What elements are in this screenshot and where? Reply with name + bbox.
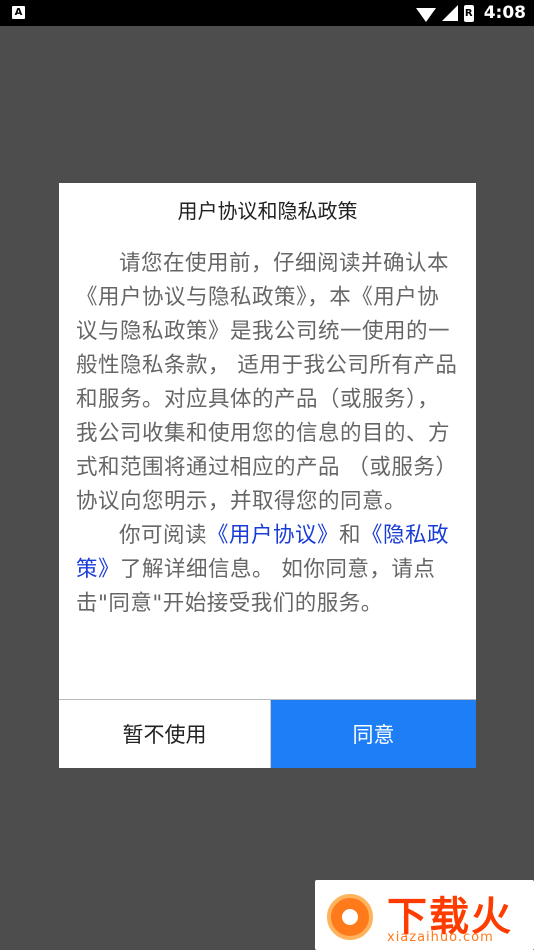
status-icons: R 4:08	[415, 2, 526, 24]
links-paragraph: 你可阅读《用户协议》和《隐私政策》了解详细信息。 如你同意，请点击"同意"开始接…	[76, 519, 459, 621]
status-time: 4:08	[483, 3, 526, 23]
battery-icon: R	[463, 4, 474, 22]
wifi-icon	[415, 8, 436, 22]
flame-logo-icon	[327, 894, 373, 940]
agreement-paragraph: 请您在使用前，仔细阅读并确认本《用户协议与隐私政策》，本《用户协议与隐私政策》是…	[76, 251, 458, 514]
p2-suffix: 了解详细信息。 如你同意，请点击"同意"开始接受我们的服务。	[76, 557, 436, 616]
signal-icon	[441, 5, 458, 21]
dialog-buttons: 暂不使用 同意	[59, 699, 476, 768]
dialog-title: 用户协议和隐私政策	[177, 199, 358, 223]
watermark-url: xiazaihuo.com	[387, 930, 494, 945]
status-bar: A R 4:08	[0, 0, 534, 26]
watermark-logo: 下载火 xiazaihuo.com	[315, 880, 534, 950]
agree-button[interactable]: 同意	[271, 700, 476, 768]
p2-and: 和	[339, 523, 362, 548]
privacy-dialog: 用户协议和隐私政策 请您在使用前，仔细阅读并确认本《用户协议与隐私政策》，本《用…	[59, 183, 476, 768]
cancel-button[interactable]: 暂不使用	[59, 700, 271, 768]
dialog-body: 请您在使用前，仔细阅读并确认本《用户协议与隐私政策》，本《用户协议与隐私政策》是…	[76, 247, 459, 621]
notification-a-icon: A	[12, 6, 25, 19]
p2-prefix: 你可阅读	[119, 523, 208, 548]
user-agreement-link[interactable]: 《用户协议》	[207, 523, 339, 548]
